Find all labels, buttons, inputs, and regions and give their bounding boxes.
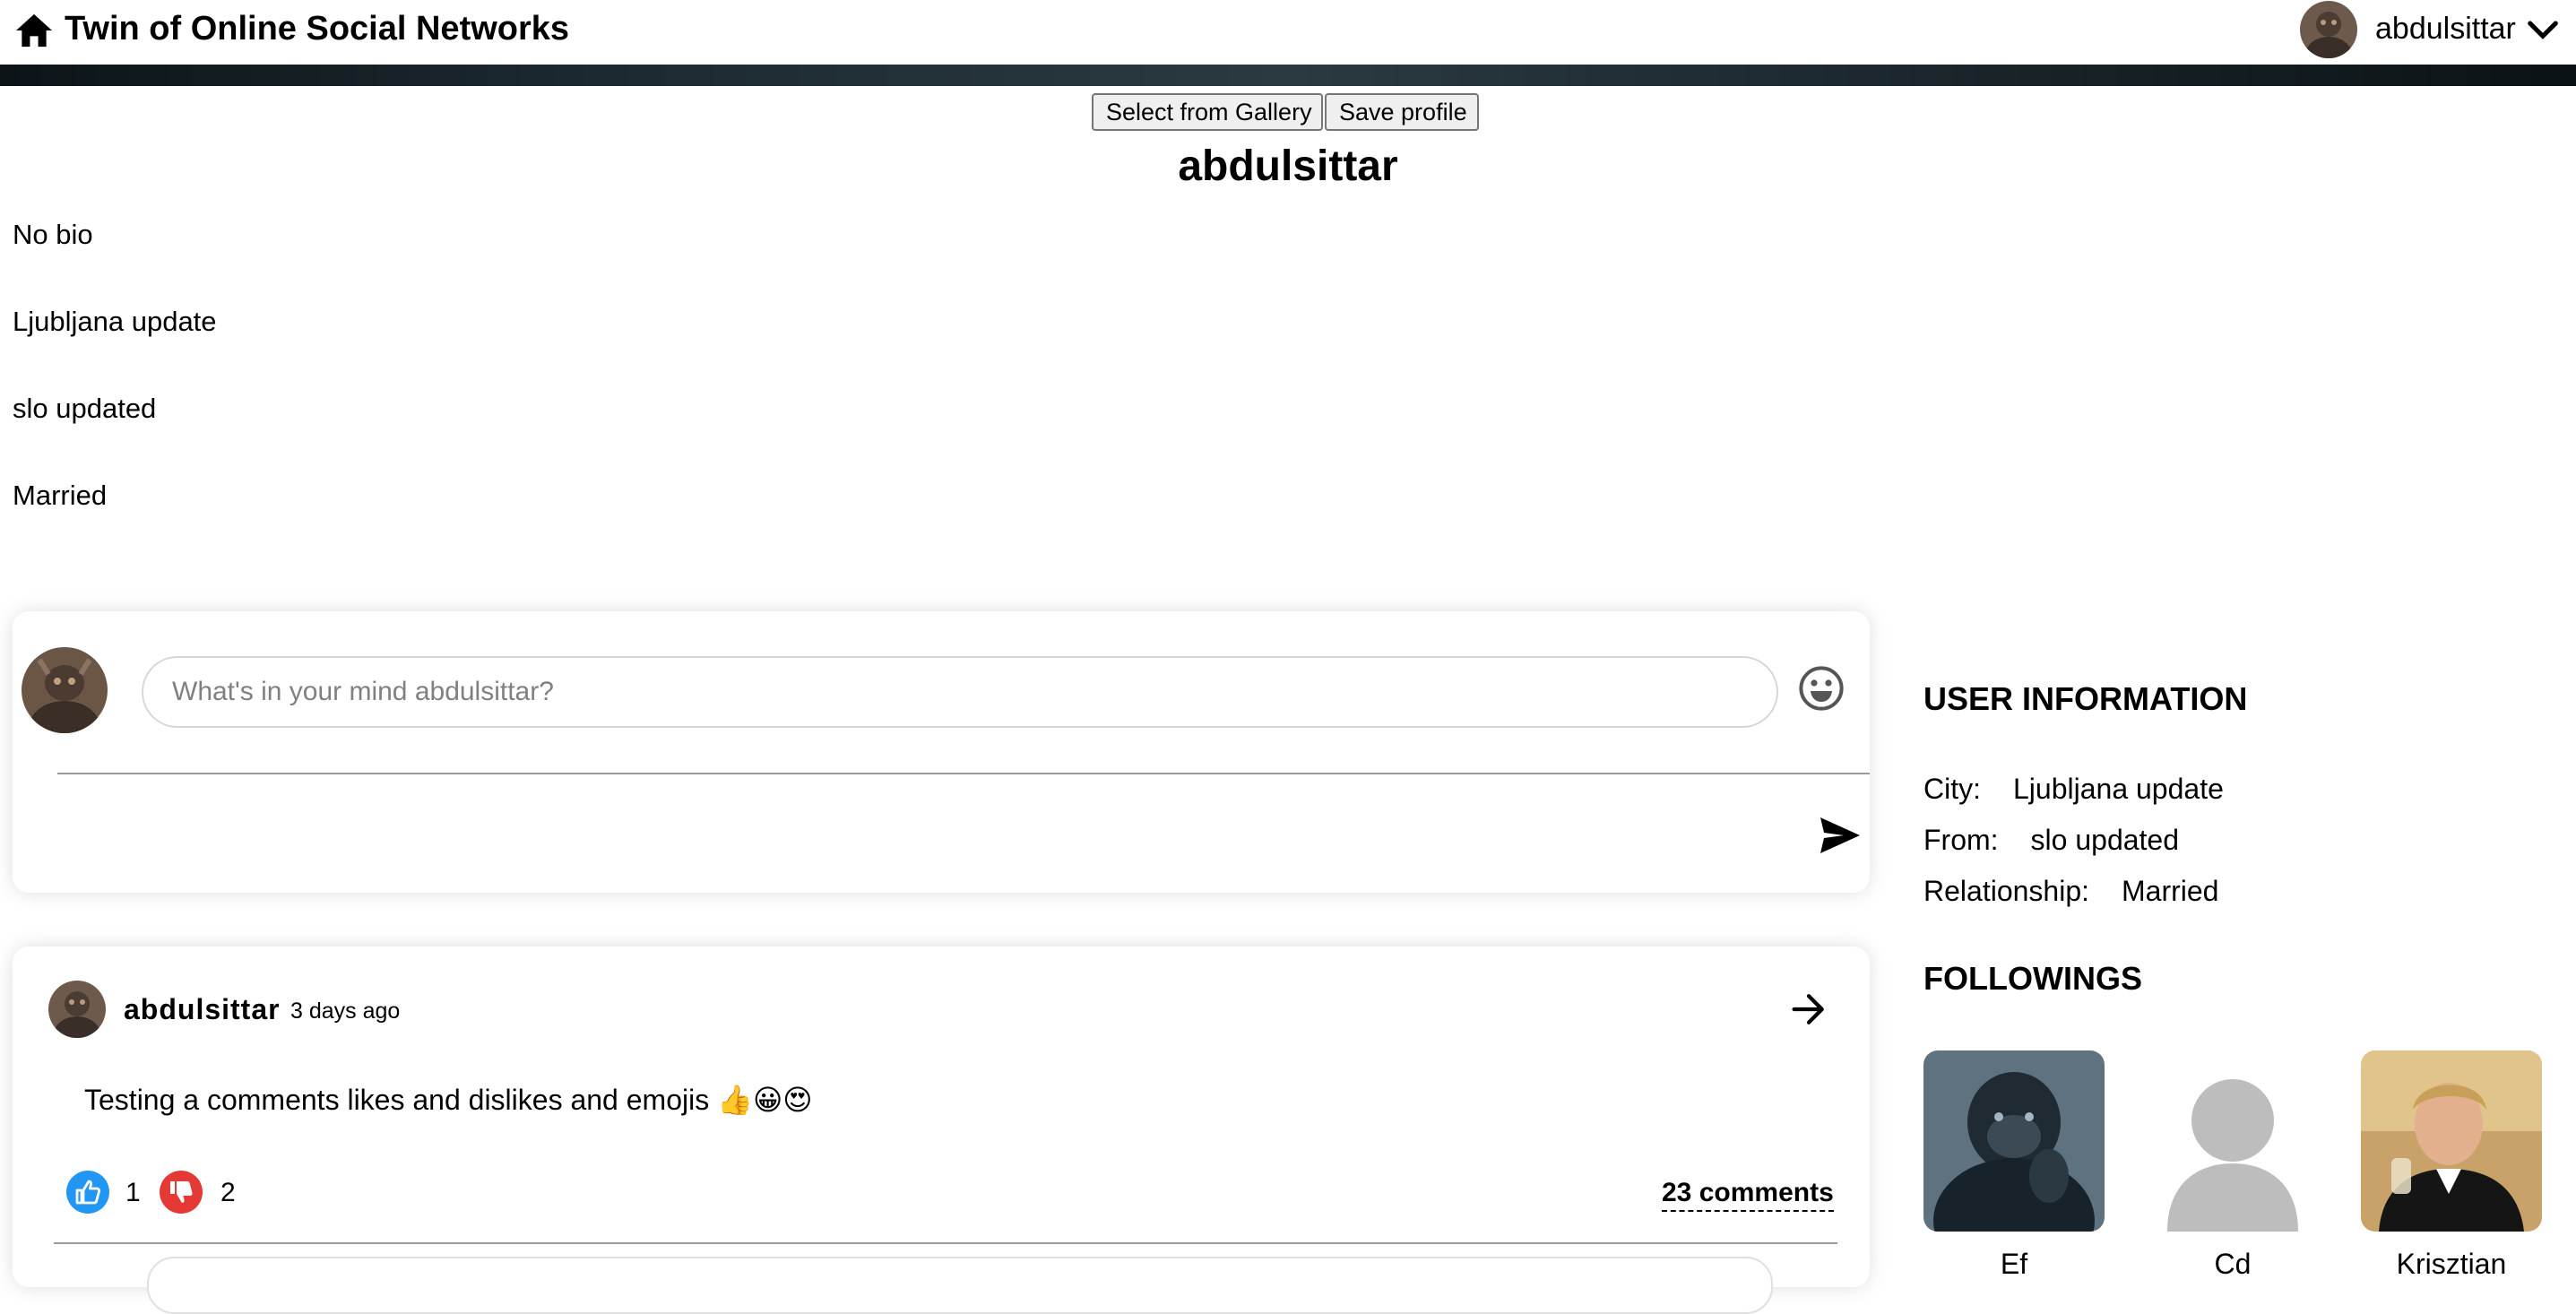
emoji-icon[interactable] [1798,665,1845,712]
info-value-city: Ljubljana update [2013,773,2224,805]
following-item[interactable]: Cd [2142,1050,2323,1280]
following-photo[interactable] [1923,1050,2105,1232]
comments-link[interactable]: 23 comments [1662,1176,1834,1212]
following-name[interactable]: Cd [2142,1246,2323,1282]
following-item[interactable]: Krisztian [2361,1050,2542,1280]
avatar[interactable] [2300,1,2357,58]
following-name[interactable]: Krisztian [2361,1246,2542,1282]
like-count: 1 [125,1178,141,1207]
info-row-city: City: Ljubljana update [1923,771,2224,807]
info-value-from: slo updated [2030,824,2180,856]
info-key-from: From: [1923,824,1999,856]
post-input[interactable] [142,656,1778,728]
chevron-down-icon[interactable] [2526,18,2560,43]
post-text: Testing a comments likes and dislikes an… [84,1084,813,1116]
profile-relationship: Married [13,480,108,511]
thumbs-up-icon[interactable] [66,1171,109,1214]
post-divider [54,1242,1837,1244]
thumbs-down-icon[interactable] [160,1171,203,1214]
cover-banner [0,65,2576,86]
info-row-from: From: slo updated [1923,822,2179,858]
post-timestamp: 3 days ago [290,998,401,1024]
composer-divider [57,773,1870,774]
post-author[interactable]: abdulsittar [124,991,281,1027]
profile-city: Ljubljana update [13,306,217,337]
avatar [22,647,108,733]
dislike-count: 2 [220,1178,236,1207]
info-value-relationship: Married [2122,875,2219,907]
profile-name: abdulsittar [1178,143,1398,190]
home-icon[interactable] [14,13,54,48]
comment-input[interactable] [147,1257,1773,1314]
send-icon[interactable] [1818,816,1863,855]
app-title[interactable]: Twin of Online Social Networks [65,5,569,52]
following-photo[interactable] [2142,1050,2323,1232]
info-key-relationship: Relationship: [1923,875,2089,907]
nav-username[interactable]: abdulsittar [2375,7,2516,50]
select-from-gallery-button[interactable]: Select from Gallery [1092,93,1323,131]
following-item[interactable]: Ef [1923,1050,2105,1280]
info-row-relationship: Relationship: Married [1923,873,2218,909]
arrow-right-icon[interactable] [1791,993,1827,1025]
save-profile-button[interactable]: Save profile [1325,93,1479,131]
post-card: abdulsittar 3 days ago Testing a comment… [13,947,1870,1314]
profile-bio: No bio [13,219,93,250]
info-key-city: City: [1923,773,1981,805]
top-navbar: Twin of Online Social Networks abdulsitt… [0,0,2576,65]
profile-from: slo updated [13,393,157,424]
user-information-title: USER INFORMATION [1923,680,2248,717]
following-name[interactable]: Ef [1923,1246,2105,1282]
following-photo[interactable] [2361,1050,2542,1232]
avatar[interactable] [48,981,106,1038]
post-composer [13,611,1870,893]
person-placeholder-icon [2142,1050,2323,1232]
followings-title: FOLLOWINGS [1923,960,2142,997]
